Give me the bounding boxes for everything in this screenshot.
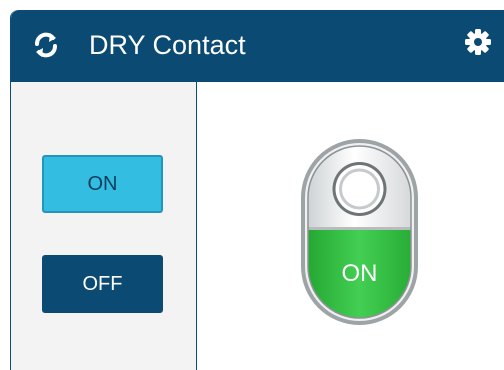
control-sidebar: ON OFF [11, 82, 197, 370]
switch-graphic [301, 139, 418, 325]
widget-title: DRY Contact [89, 30, 246, 60]
on-button[interactable]: ON [42, 155, 163, 213]
status-switch: ON [299, 137, 420, 327]
off-button[interactable]: OFF [42, 255, 163, 313]
switch-state-label: ON [341, 260, 378, 287]
dry-contact-widget: DRY Contact ON OFF ON [10, 10, 504, 370]
gear-icon[interactable] [464, 28, 492, 56]
refresh-icon[interactable] [31, 30, 61, 60]
widget-header: DRY Contact [11, 10, 504, 82]
